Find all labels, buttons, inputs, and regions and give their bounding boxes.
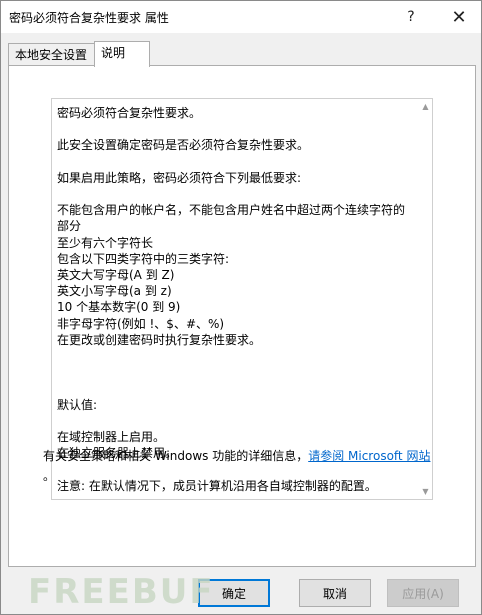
explain-line: 英文小写字母(a 到 z) [57,284,172,299]
explain-line: 默认值: [57,397,98,412]
explain-line: 在更改或创建密码时执行复杂性要求。 [57,332,262,347]
explain-line: 10 个基本数字(0 到 9) [57,300,181,315]
close-icon[interactable]: ✕ [444,5,474,29]
scroll-up-icon[interactable]: ▲ [421,102,430,111]
explain-line [57,413,415,429]
explain-line [57,186,415,202]
tab-strip: 本地安全设置 说明 [8,41,476,67]
title-bar[interactable]: 密码必须符合复杂性要求 属性 ? ✕ [1,1,481,33]
apply-button[interactable]: 应用(A) [387,579,459,607]
tab-local-security-setting[interactable]: 本地安全设置 [8,43,102,66]
freebuf-watermark: FREEBUF [28,572,215,612]
info-period: 。 [43,469,56,483]
explain-line: 不能包含用户的帐户名，不能包含用户姓名中超过两个连续字符的部分 [57,203,406,234]
explain-textbox[interactable]: 密码必须符合复杂性要求。 此安全设置确定密码是否必须符合复杂性要求。 如果启用此… [51,98,433,500]
tab-page: 密码必须符合复杂性要求。 此安全设置确定密码是否必须符合复杂性要求。 如果启用此… [8,65,476,567]
help-icon[interactable]: ? [396,5,426,29]
info-line: 有关安全策略和相关 Windows 功能的详细信息，请参阅 Microsoft … [43,447,443,464]
explain-line: 注意: 在默认情况下，成员计算机沿用各自域控制器的配置。 [57,478,377,493]
explain-line [57,154,415,170]
explain-line: 非字母字符(例如 !、$、#、%) [57,316,225,331]
info-text: 有关安全策略和相关 Windows 功能的详细信息， [43,449,309,463]
explain-line: 包含以下四类字符中的三类字符: [57,251,230,266]
properties-dialog: 密码必须符合复杂性要求 属性 ? ✕ 本地安全设置 说明 密码必须符合复杂性要求… [0,0,482,615]
cancel-button[interactable]: 取消 [299,579,371,607]
explain-line: 密码必须符合复杂性要求。 [57,106,202,120]
explain-line [57,348,415,364]
scroll-down-icon[interactable]: ▼ [421,487,430,496]
explain-line: 英文大写字母(A 到 Z) [57,268,175,283]
explain-line: 在域控制器上启用。 [57,430,166,445]
explain-line: 至少有六个字符长 [57,235,154,250]
explain-line [57,364,415,380]
vertical-scrollbar[interactable]: ▲ ▼ [419,99,432,499]
explain-text: 密码必须符合复杂性要求。 此安全设置确定密码是否必须符合复杂性要求。 如果启用此… [57,105,415,494]
tab-explain[interactable]: 说明 [94,41,150,67]
explain-line: 此安全设置确定密码是否必须符合复杂性要求。 [57,138,310,153]
explain-line: 如果启用此策略，密码必须符合下列最低要求: [57,170,302,185]
explain-line [57,121,415,137]
window-title: 密码必须符合复杂性要求 属性 [9,11,169,25]
explain-line [57,380,415,396]
microsoft-website-link[interactable]: 请参阅 Microsoft 网站 [308,449,430,463]
